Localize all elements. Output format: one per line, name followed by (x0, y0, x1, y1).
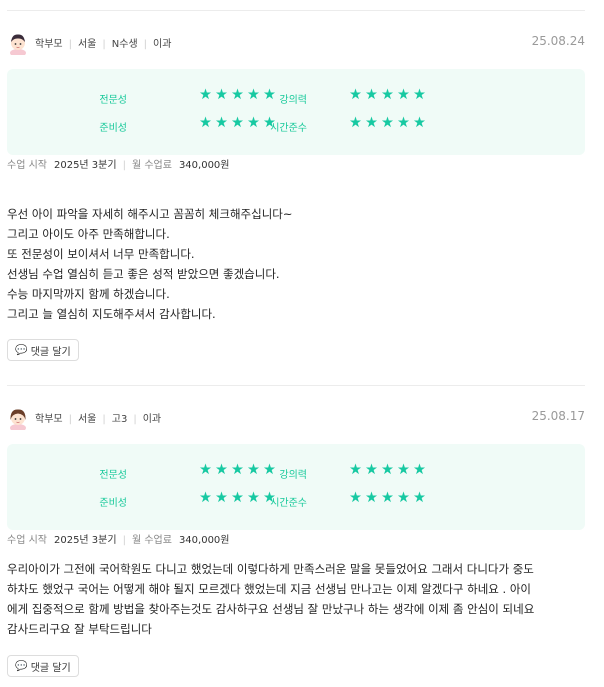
reviewer-track: 이과 (153, 39, 172, 50)
comment-icon: 💬 (15, 660, 28, 672)
top-divider (7, 10, 585, 11)
reply-button[interactable]: 💬 댓글 달기 (7, 339, 79, 361)
fee-value: 340,000원 (178, 160, 230, 171)
reviewer-role: 학부모 (35, 39, 63, 50)
start-label: 수업 시작 (7, 535, 47, 546)
rating-panel: 전문성 ★★★★★ 강의력 ★★★★★ 준비성 ★★★★★ 시간준수 ★★★★★ (7, 69, 585, 155)
lesson-info: 수업 시작 2025년 3분기 | 월 수업료 340,000원 (7, 160, 230, 171)
review-date: 25.08.24 (531, 34, 585, 48)
reviewer-meta: 학부모 | 서울 | N수생 | 이과 (35, 39, 172, 50)
start-value: 2025년 3분기 (53, 535, 117, 546)
reply-label: 댓글 달기 (30, 346, 71, 358)
rating-label: 전문성 (99, 470, 127, 481)
rating-label: 시간준수 (270, 498, 307, 509)
rating-label: 강의력 (279, 95, 307, 106)
reviewer-role: 학부모 (35, 414, 63, 425)
star-rating-icon: ★★★★★ (349, 490, 429, 506)
parent-avatar-icon (10, 409, 26, 430)
star-rating-icon: ★★★★★ (349, 87, 429, 103)
star-rating-icon: ★★★★★ (349, 115, 429, 131)
reviewer-track: 이과 (142, 414, 162, 425)
rating-label: 시간준수 (270, 123, 307, 134)
rating-label: 전문성 (99, 95, 127, 106)
review-header: 학부모 | 서울 | 고3 | 이과 25.08.17 (7, 406, 585, 430)
star-rating-icon: ★★★★★ (349, 462, 429, 478)
rating-label: 준비성 (99, 123, 127, 134)
review-header: 학부모 | 서울 | N수생 | 이과 25.08.24 (7, 31, 585, 55)
review-text: 우선 아이 파악을 자세히 해주시고 꼼꼼히 체크해주십니다~ 그리고 아이도 … (7, 207, 293, 321)
rating-label: 강의력 (279, 470, 307, 481)
comment-icon: 💬 (15, 344, 28, 356)
lesson-info: 수업 시작 2025년 3분기 | 월 수업료 340,000원 (7, 535, 230, 546)
parent-avatar-icon (10, 34, 26, 55)
reviewer-region: 서울 (77, 414, 97, 425)
review-divider (7, 385, 585, 386)
start-value: 2025년 3분기 (53, 160, 117, 171)
rating-panel: 전문성 ★★★★★ 강의력 ★★★★★ 준비성 ★★★★★ 시간준수 ★★★★★ (7, 444, 585, 530)
review-date: 25.08.17 (531, 409, 585, 423)
rating-label: 준비성 (99, 498, 127, 509)
reviewer-meta: 학부모 | 서울 | 고3 | 이과 (35, 414, 162, 425)
fee-label: 월 수업료 (131, 160, 172, 171)
fee-value: 340,000원 (178, 535, 230, 546)
fee-label: 월 수업료 (131, 535, 172, 546)
review-text: 우리아이가 그전에 국어학원도 다니고 했었는데 이렇다하게 만족스러운 말을 … (7, 562, 535, 636)
reviewer-grade: N수생 (111, 39, 138, 50)
start-label: 수업 시작 (7, 160, 47, 171)
reviewer-region: 서울 (77, 39, 97, 50)
reply-label: 댓글 달기 (30, 662, 71, 674)
reviewer-grade: 고3 (111, 414, 128, 425)
reply-button[interactable]: 💬 댓글 달기 (7, 655, 79, 677)
